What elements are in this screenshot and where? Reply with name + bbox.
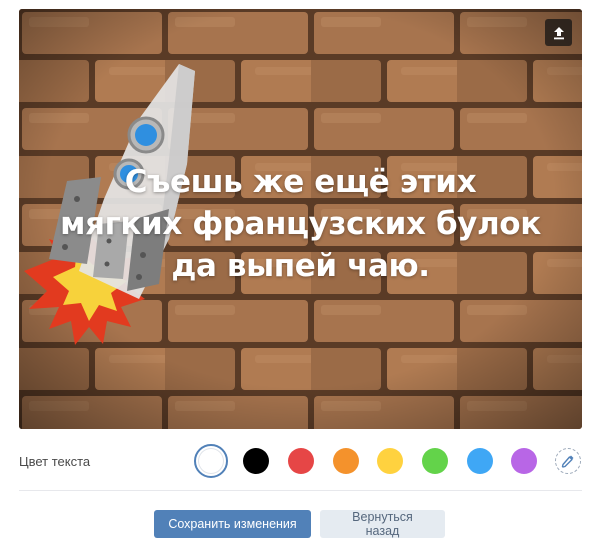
story-overlay-text[interactable]: Съешь же ещё этих мягких французских бул… [59,161,542,287]
text-color-row: Цвет текста [19,441,582,481]
swatch-green[interactable] [422,448,448,474]
story-image-canvas: Съешь же ещё этих мягких французских бул… [19,9,582,429]
swatch-purple[interactable] [511,448,537,474]
upload-image-button[interactable] [545,19,572,46]
section-divider [19,490,582,491]
swatch-black[interactable] [243,448,269,474]
go-back-button[interactable]: Вернуться назад [320,510,445,538]
text-color-label: Цвет текста [19,454,91,469]
swatch-red[interactable] [288,448,314,474]
upload-icon [553,26,564,39]
swatch-white[interactable] [194,444,228,478]
swatch-blue[interactable] [467,448,493,474]
color-picker-button[interactable] [555,448,581,474]
save-changes-button[interactable]: Сохранить изменения [154,510,311,538]
swatch-orange[interactable] [333,448,359,474]
eyedropper-icon [561,455,574,468]
swatch-yellow[interactable] [377,448,403,474]
